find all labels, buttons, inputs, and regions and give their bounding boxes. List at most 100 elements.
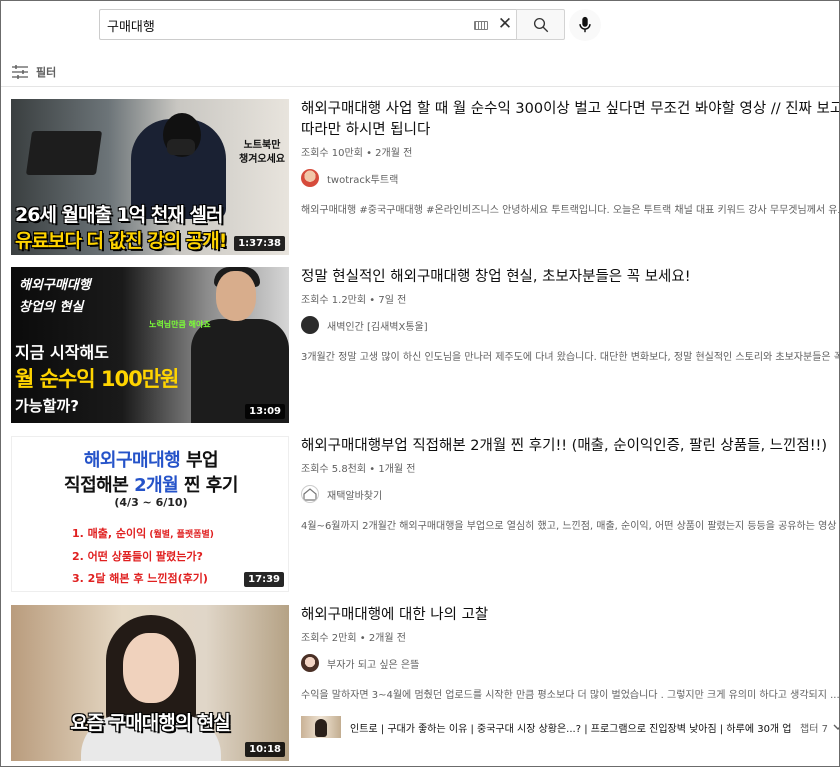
video-thumbnail[interactable]: 요즘 구매대행의 현실 10:18 xyxy=(11,605,289,761)
video-thumbnail[interactable]: 해외구매대행 창업의 현실 노력님만큼 해야죠 지금 시작해도 월 순수익 10… xyxy=(11,267,289,423)
upload-age: 7일 전 xyxy=(378,295,407,306)
thumbnail-heading: 해외구매대행 부업 xyxy=(12,446,288,472)
video-thumbnail[interactable]: 해외구매대행 부업 직접해본 2개월 찐 후기 (4/3 ~ 6/10) 1. … xyxy=(11,436,289,592)
video-result[interactable]: 해외구매대행 창업의 현실 노력님만큼 해야죠 지금 시작해도 월 순수익 10… xyxy=(11,267,840,424)
video-result[interactable]: 노트북만 챙겨오세요 26세 월매출 1억 천재 셀러 유료보다 더 값진 강의… xyxy=(11,99,840,256)
channel-link[interactable]: 부자가 되고 싶은 은뜰 xyxy=(301,653,839,673)
video-thumbnail[interactable]: 노트북만 챙겨오세요 26세 월매출 1억 천재 셀러 유료보다 더 값진 강의… xyxy=(11,99,289,255)
thumbnail-list-text: 1. 매출, 순이익 xyxy=(72,527,147,540)
thumbnail-caption: 월 순수익 100만원 xyxy=(15,367,179,391)
search-input[interactable]: 구매대행 ✕ xyxy=(99,9,517,40)
video-duration-badge: 13:09 xyxy=(245,404,285,419)
thumbnail-heading: 직접해본 2개월 찐 후기 xyxy=(12,471,288,497)
thumbnail-caption: 26세 월매출 1억 천재 셀러 xyxy=(15,204,223,226)
upload-age: 2개월 전 xyxy=(375,148,413,159)
video-title[interactable]: 해외구매대행 사업 할 때 월 순수익 300이상 벌고 싶다면 무조건 봐야할… xyxy=(301,99,839,141)
search-button[interactable] xyxy=(516,9,565,40)
video-duration-badge: 1:37:38 xyxy=(234,236,285,251)
clear-search-icon[interactable]: ✕ xyxy=(496,15,514,33)
thumbnail-caption: 지금 시작해도 xyxy=(15,343,109,362)
channel-name[interactable]: 부자가 되고 싶은 은뜰 xyxy=(327,656,419,671)
thumbnail-heading-highlight: 해외구매대행 xyxy=(83,450,181,471)
thumbnail-caption: 유료보다 더 값진 강의 공개! xyxy=(15,230,227,252)
top-search-bar: 구매대행 ✕ xyxy=(1,1,839,47)
video-duration-badge: 10:18 xyxy=(245,742,285,757)
voice-search-button[interactable] xyxy=(569,9,601,41)
keyboard-icon[interactable] xyxy=(474,21,488,30)
video-description: 3개월간 정말 고생 많이 하신 인도님을 만나러 제주도에 다녀 왔습니다. … xyxy=(301,352,840,363)
video-meta: 조회수 10만회 • 2개월 전 xyxy=(301,148,413,159)
thumbnail-heading-text: 부업 xyxy=(180,450,219,471)
video-meta: 조회수 1.2만회 • 7일 전 xyxy=(301,295,407,306)
chapter-thumbnail[interactable] xyxy=(301,716,341,738)
video-description: 해외구매대행 #중국구매대행 #온라인비즈니스 안녕하세요 투트랙입니다. 오늘… xyxy=(301,205,840,216)
view-count: 조회수 5.8천회 xyxy=(301,464,367,475)
thumbnail-heading-highlight: 2개월 xyxy=(134,475,179,496)
upload-age: 2개월 전 xyxy=(368,633,406,644)
person-face-graphic xyxy=(123,633,179,703)
filter-button[interactable]: 필터 xyxy=(12,64,56,80)
thumbnail-list-item: 3. 2달 해본 후 느낀점(후기) xyxy=(72,572,208,585)
chapters-strip[interactable]: 인트로 | 구대가 좋하는 이유 | 중국구대 시장 상황은...? | 프로그… xyxy=(301,716,839,738)
thumbnail-heading-line: 해외구매대행 xyxy=(19,278,91,293)
thumbnail-heading: 해외구매대행 창업의 현실 xyxy=(19,275,91,319)
chapters-count: 챕터 7 xyxy=(800,723,828,735)
video-info: 해외구매대행 사업 할 때 월 순수익 300이상 벌고 싶다면 무조건 봐야할… xyxy=(301,99,840,216)
channel-link[interactable]: twotrack투트랙 xyxy=(301,168,839,188)
view-count: 조회수 2만회 xyxy=(301,633,357,644)
house-icon xyxy=(303,488,317,501)
thumbnail-bubble-text: 노력님만큼 해야죠 xyxy=(149,320,211,329)
view-count: 조회수 10만회 xyxy=(301,148,363,159)
search-query-text[interactable]: 구매대행 xyxy=(107,16,155,35)
search-icon xyxy=(533,17,548,32)
channel-name[interactable]: 재택알바찾기 xyxy=(327,487,382,502)
thumbnail-caption: 가능할까? xyxy=(15,397,79,415)
thumbnail-heading-text: 찐 후기 xyxy=(178,475,238,496)
video-meta: 조회수 5.8천회 • 1개월 전 xyxy=(301,464,416,475)
channel-avatar[interactable] xyxy=(301,485,319,503)
filter-sliders-icon xyxy=(12,65,28,79)
thumbnail-heading-text: 직접해본 xyxy=(64,475,135,496)
thumbnail-list-item: 2. 어떤 상품들이 팔렸는가? xyxy=(72,550,203,563)
channel-name[interactable]: twotrack투트랙 xyxy=(327,171,398,186)
face-mask-graphic xyxy=(167,139,195,155)
chevron-down-icon xyxy=(833,724,839,730)
filter-label: 필터 xyxy=(36,66,57,79)
video-title[interactable]: 해외구매대행부업 직접해본 2개월 찐 후기!! (매출, 순이익인증, 팔린 … xyxy=(301,436,839,457)
thumbnail-note-line: 노트북만 xyxy=(243,140,281,151)
channel-link[interactable]: 새벽인간 [김새벽X통울] xyxy=(301,315,839,335)
channel-name[interactable]: 새벽인간 [김새벽X통울] xyxy=(327,318,428,333)
video-duration-badge: 17:39 xyxy=(244,572,284,587)
thumbnail-note-line: 챙겨오세요 xyxy=(239,154,285,165)
laptop-graphic xyxy=(25,131,103,175)
youtube-search-page: 구매대행 ✕ 필터 노트북만 챙겨오세요 26세 월매출 1억 천재 셀러 유료… xyxy=(0,0,840,767)
upload-age: 1개월 전 xyxy=(378,464,416,475)
thumbnail-list: 1. 매출, 순이익 (월별, 플랫폼별) 2. 어떤 상품들이 팔렸는가? 3… xyxy=(72,523,214,590)
channel-link[interactable]: 재택알바찾기 xyxy=(301,484,839,504)
video-title[interactable]: 해외구매대행에 대한 나의 고찰 xyxy=(301,605,839,626)
thumbnail-list-item: 1. 매출, 순이익 (월별, 플랫폼별) xyxy=(72,523,214,546)
channel-avatar[interactable] xyxy=(301,316,319,334)
thumbnail-period: (4/3 ~ 6/10) xyxy=(114,496,188,509)
video-result[interactable]: 요즘 구매대행의 현실 10:18 해외구매대행에 대한 나의 고찰 조회수 2… xyxy=(11,605,840,765)
video-info: 해외구매대행에 대한 나의 고찰 조회수 2만회 • 2개월 전 부자가 되고 … xyxy=(301,605,840,738)
video-info: 해외구매대행부업 직접해본 2개월 찐 후기!! (매출, 순이익인증, 팔린 … xyxy=(301,436,840,532)
microphone-icon xyxy=(579,16,591,33)
person-face-graphic xyxy=(216,271,256,321)
thumbnail-note: 노트북만 챙겨오세요 xyxy=(239,139,285,167)
channel-avatar[interactable] xyxy=(301,169,319,187)
channel-avatar[interactable] xyxy=(301,654,319,672)
chapters-toggle[interactable]: 챕터 7 xyxy=(800,720,839,735)
thumbnail-heading-line: 창업의 현실 xyxy=(19,300,84,315)
video-meta: 조회수 2만회 • 2개월 전 xyxy=(301,633,406,644)
chapters-list[interactable]: 인트로 | 구대가 좋하는 이유 | 중국구대 시장 상황은...? | 프로그… xyxy=(350,720,792,735)
thumbnail-list-subtext: (월별, 플랫폼별) xyxy=(146,530,214,540)
video-description: 4월~6월까지 2개월간 해외구매대행을 부업으로 열심히 했고, 느낀점, 매… xyxy=(301,521,840,532)
thumbnail-caption: 요즘 구매대행의 현실 xyxy=(70,712,231,734)
video-description: 수익을 말하자면 3~4월에 멈췄던 업로드를 시작한 만큼 평소보다 더 많이… xyxy=(301,690,840,701)
video-info: 정말 현실적인 해외구매대행 창업 현실, 초보자분들은 꼭 보세요! 조회수 … xyxy=(301,267,840,363)
view-count: 조회수 1.2만회 xyxy=(301,295,367,306)
video-result[interactable]: 해외구매대행 부업 직접해본 2개월 찐 후기 (4/3 ~ 6/10) 1. … xyxy=(11,436,840,593)
filter-bar: 필터 xyxy=(1,57,839,87)
video-title[interactable]: 정말 현실적인 해외구매대행 창업 현실, 초보자분들은 꼭 보세요! xyxy=(301,267,839,288)
